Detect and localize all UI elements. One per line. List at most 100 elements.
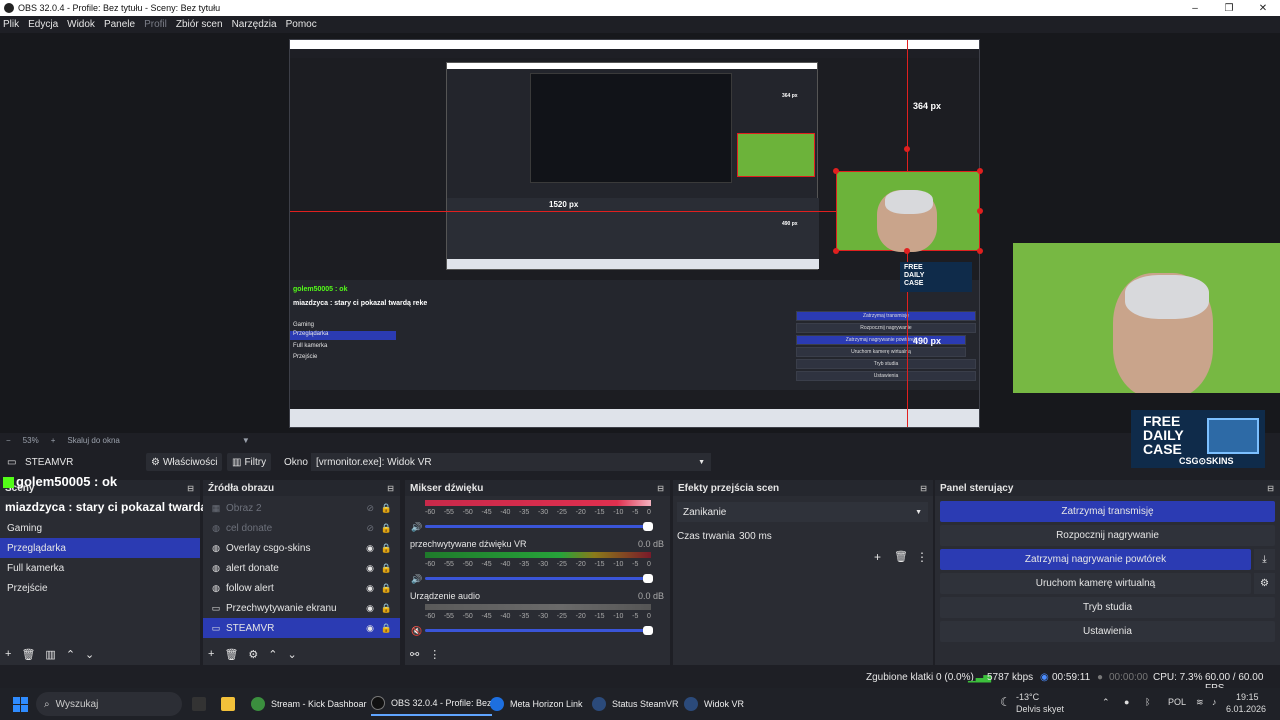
resize-handle[interactable]	[833, 248, 839, 254]
volume-slider[interactable]	[425, 574, 653, 583]
close-button[interactable]: ✕	[1246, 0, 1280, 16]
resize-handle[interactable]	[977, 208, 983, 214]
taskbar-app-chrome[interactable]: Stream - Kick Dashboar	[251, 692, 367, 716]
source-item[interactable]: ◍ alert donate ◉ 🔒	[203, 558, 400, 578]
chevron-down-icon[interactable]: ▼	[242, 436, 250, 445]
trash-icon[interactable]: 🗑	[21, 648, 35, 661]
arrow-down-icon[interactable]: ⌄	[288, 648, 297, 661]
link-icon[interactable]: ⚯	[410, 648, 419, 661]
volume-icon[interactable]: ♪	[1212, 697, 1217, 707]
taskbar-app-vr-view[interactable]: Widok VR	[684, 692, 744, 716]
trash-icon[interactable]: 🗑	[894, 550, 908, 563]
scene-item[interactable]: Przejście	[0, 578, 200, 598]
popout-icon[interactable]: ⊟	[387, 484, 394, 493]
filter-icon[interactable]: ▥	[45, 648, 55, 661]
start-virtual-camera-button[interactable]: Uruchom kamerę wirtualną	[940, 573, 1251, 594]
lock-icon[interactable]: 🔒	[381, 603, 392, 614]
lock-icon[interactable]: 🔒	[381, 523, 392, 534]
source-item[interactable]: ◍ cel donate ⊘ 🔒	[203, 518, 400, 538]
windows-start-icon[interactable]	[13, 697, 28, 712]
more-icon[interactable]: ⋮	[916, 550, 928, 564]
menu-edit[interactable]: Edycja	[28, 19, 58, 30]
source-item[interactable]: ▭ STEAMVR ◉ 🔒	[203, 618, 400, 638]
eye-icon[interactable]: ◉	[366, 623, 374, 634]
zoom-mode[interactable]: Skaluj do okna	[67, 436, 119, 445]
gear-icon[interactable]: ⚙	[248, 648, 258, 661]
properties-button[interactable]: ⚙ Właściwości	[146, 453, 223, 471]
taskbar-app-steamvr-status[interactable]: Status SteamVR	[592, 692, 679, 716]
tray-overflow-icon[interactable]: ⌃	[1102, 697, 1110, 708]
selected-camera-source[interactable]	[836, 171, 980, 252]
gear-icon[interactable]: ⚙	[1254, 573, 1275, 594]
source-item[interactable]: ◍ Overlay csgo-skins ◉ 🔒	[203, 538, 400, 558]
popout-icon[interactable]: ⊟	[920, 484, 927, 493]
scene-item[interactable]: Gaming	[0, 518, 200, 538]
resize-handle[interactable]	[833, 168, 839, 174]
studio-mode-button[interactable]: Tryb studia	[940, 597, 1275, 618]
eye-hidden-icon[interactable]: ⊘	[366, 503, 374, 514]
add-icon[interactable]: +	[208, 648, 214, 660]
popout-icon[interactable]: ⊟	[1267, 484, 1274, 493]
arrow-up-icon[interactable]: ⌃	[268, 648, 277, 661]
taskbar-app-meta[interactable]: Meta Horizon Link	[490, 692, 583, 716]
maximize-button[interactable]: ❐	[1212, 0, 1246, 16]
start-recording-button[interactable]: Rozpocznij nagrywanie	[940, 525, 1275, 546]
source-item[interactable]: ◍ follow alert ◉ 🔒	[203, 578, 400, 598]
menu-scene-collection[interactable]: Zbiór scen	[176, 19, 223, 30]
volume-slider[interactable]	[425, 626, 653, 635]
wifi-icon[interactable]: ≋	[1196, 697, 1204, 708]
zoom-out-button[interactable]: −	[6, 436, 11, 445]
menu-docks[interactable]: Panele	[104, 19, 135, 30]
window-select[interactable]: [vrmonitor.exe]: Widok VR ▼	[311, 453, 711, 471]
clock-time[interactable]: 19:15	[1236, 692, 1259, 702]
speaker-muted-icon[interactable]: 🔇	[411, 626, 422, 637]
stop-replay-buffer-button[interactable]: Zatrzymaj nagrywanie powtórek	[940, 549, 1251, 570]
eye-icon[interactable]: ◉	[366, 543, 374, 554]
menu-profile[interactable]: Profil	[144, 19, 167, 30]
menu-view[interactable]: Widok	[67, 19, 95, 30]
volume-slider[interactable]	[425, 522, 653, 531]
add-icon[interactable]: +	[874, 550, 881, 564]
weather-temp[interactable]: -13°C	[1016, 692, 1039, 702]
zoom-in-button[interactable]: +	[51, 436, 56, 445]
stop-streaming-button[interactable]: Zatrzymaj transmisję	[940, 501, 1275, 522]
eye-icon[interactable]: ◉	[366, 563, 374, 574]
resize-handle[interactable]	[904, 248, 910, 254]
task-view-icon[interactable]	[192, 692, 212, 716]
resize-handle[interactable]	[977, 168, 983, 174]
eye-icon[interactable]: ◉	[366, 603, 374, 614]
resize-handle[interactable]	[977, 248, 983, 254]
trash-icon[interactable]: 🗑	[224, 648, 238, 661]
tray-app-icon[interactable]: ●	[1124, 697, 1129, 707]
speaker-icon[interactable]: 🔊	[411, 574, 422, 585]
taskbar-search[interactable]: ⌕ Wyszukaj	[36, 692, 182, 716]
menu-file[interactable]: Plik	[3, 19, 19, 30]
filters-button[interactable]: ▥ Filtry	[227, 453, 272, 471]
file-explorer-icon[interactable]	[221, 692, 241, 716]
add-icon[interactable]: +	[5, 648, 11, 660]
minimize-button[interactable]: –	[1178, 0, 1212, 16]
bluetooth-icon[interactable]: ᛒ	[1145, 697, 1150, 707]
scene-item[interactable]: Full kamerka	[0, 558, 200, 578]
arrow-up-icon[interactable]: ⌃	[66, 648, 75, 661]
lock-icon[interactable]: 🔒	[381, 503, 392, 514]
lock-icon[interactable]: 🔒	[381, 583, 392, 594]
settings-button[interactable]: Ustawienia	[940, 621, 1275, 642]
save-replay-icon[interactable]: ⤓	[1254, 549, 1275, 570]
scene-item[interactable]: Przeglądarka	[0, 538, 200, 558]
transition-select[interactable]: Zanikanie ▼	[677, 502, 928, 522]
eye-icon[interactable]: ◉	[366, 583, 374, 594]
source-item[interactable]: ▦ Obraz 2 ⊘ 🔒	[203, 498, 400, 518]
source-item[interactable]: ▭ Przechwytywanie ekranu ◉ 🔒	[203, 598, 400, 618]
arrow-down-icon[interactable]: ⌄	[85, 648, 94, 661]
menu-tools[interactable]: Narzędzia	[232, 19, 277, 30]
popout-icon[interactable]: ⊟	[657, 484, 664, 493]
speaker-icon[interactable]: 🔊	[411, 522, 422, 533]
popout-icon[interactable]: ⊟	[187, 484, 194, 493]
taskbar-app-obs[interactable]: OBS 32.0.4 - Profile: Bez	[371, 692, 492, 716]
lock-icon[interactable]: 🔒	[381, 563, 392, 574]
language-indicator[interactable]: POL	[1168, 697, 1186, 707]
lock-icon[interactable]: 🔒	[381, 623, 392, 634]
more-icon[interactable]: ⋮	[429, 648, 440, 661]
eye-hidden-icon[interactable]: ⊘	[366, 523, 374, 534]
